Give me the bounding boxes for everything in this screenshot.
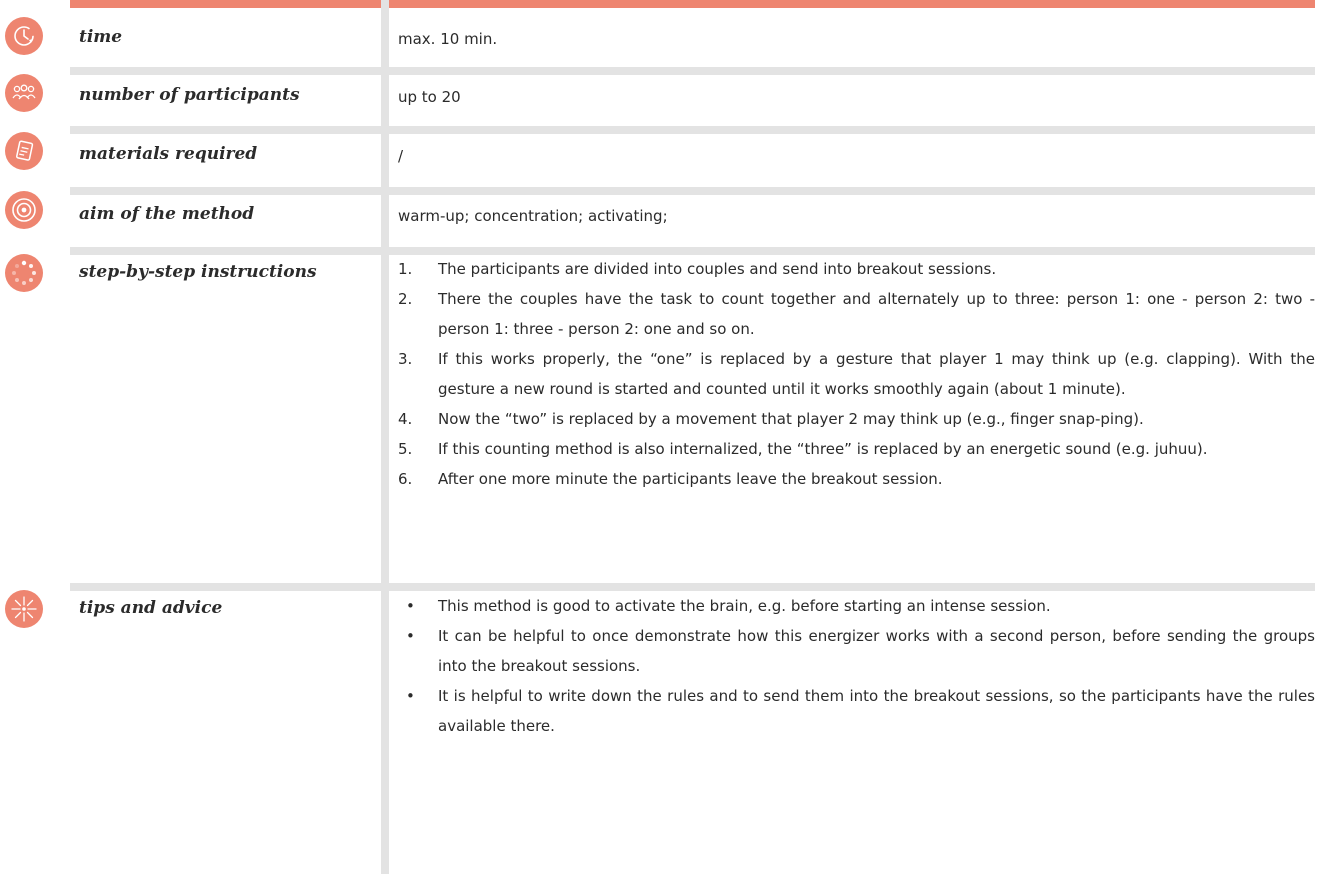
row-separator	[70, 583, 1315, 591]
materials-icon	[5, 132, 43, 170]
row-label-materials: materials required	[79, 144, 258, 164]
top-accent-bar	[70, 0, 1315, 8]
row-label-participants: number of participants	[79, 85, 300, 105]
tips-list: • This method is good to activate the bra…	[398, 591, 1315, 741]
sparkle-icon	[5, 590, 43, 628]
row-label-time: time	[79, 27, 123, 47]
row-separator	[70, 126, 1315, 134]
target-icon	[5, 191, 43, 229]
list-item: 3. If this works properly, the “one” is r…	[398, 350, 1315, 398]
list-item: 1. The participants are divided into coup…	[398, 260, 997, 278]
row-separator	[70, 67, 1315, 75]
list-item: • It is helpful to write down the rules a…	[406, 687, 1315, 735]
row-separator	[70, 187, 1315, 195]
list-item: 2. There the couples have the task to cou…	[398, 290, 1315, 338]
row-value-time: max. 10 min.	[398, 30, 498, 48]
row-label-aim: aim of the method	[79, 204, 255, 224]
row-value-materials: /	[398, 147, 404, 165]
clock-icon	[5, 17, 43, 55]
row-value-aim: warm-up; concentration; activating;	[398, 207, 668, 225]
participants-icon	[5, 74, 43, 112]
list-item: • It can be helpful to once demonstrate h…	[406, 627, 1315, 675]
steps-icon	[5, 254, 43, 292]
list-item: 5. If this counting method is also intern…	[398, 440, 1208, 458]
instructions-list: 1. The participants are divided into coup…	[398, 254, 1315, 494]
row-label-instructions: step-by-step instructions	[79, 262, 317, 282]
list-item: 6. After one more minute the participants…	[398, 470, 943, 488]
row-label-tips: tips and advice	[79, 598, 223, 618]
list-item: 4. Now the “two” is replaced by a movemen…	[398, 410, 1144, 428]
list-item: • This method is good to activate the bra…	[406, 597, 1051, 615]
row-value-participants: up to 20	[398, 88, 461, 106]
